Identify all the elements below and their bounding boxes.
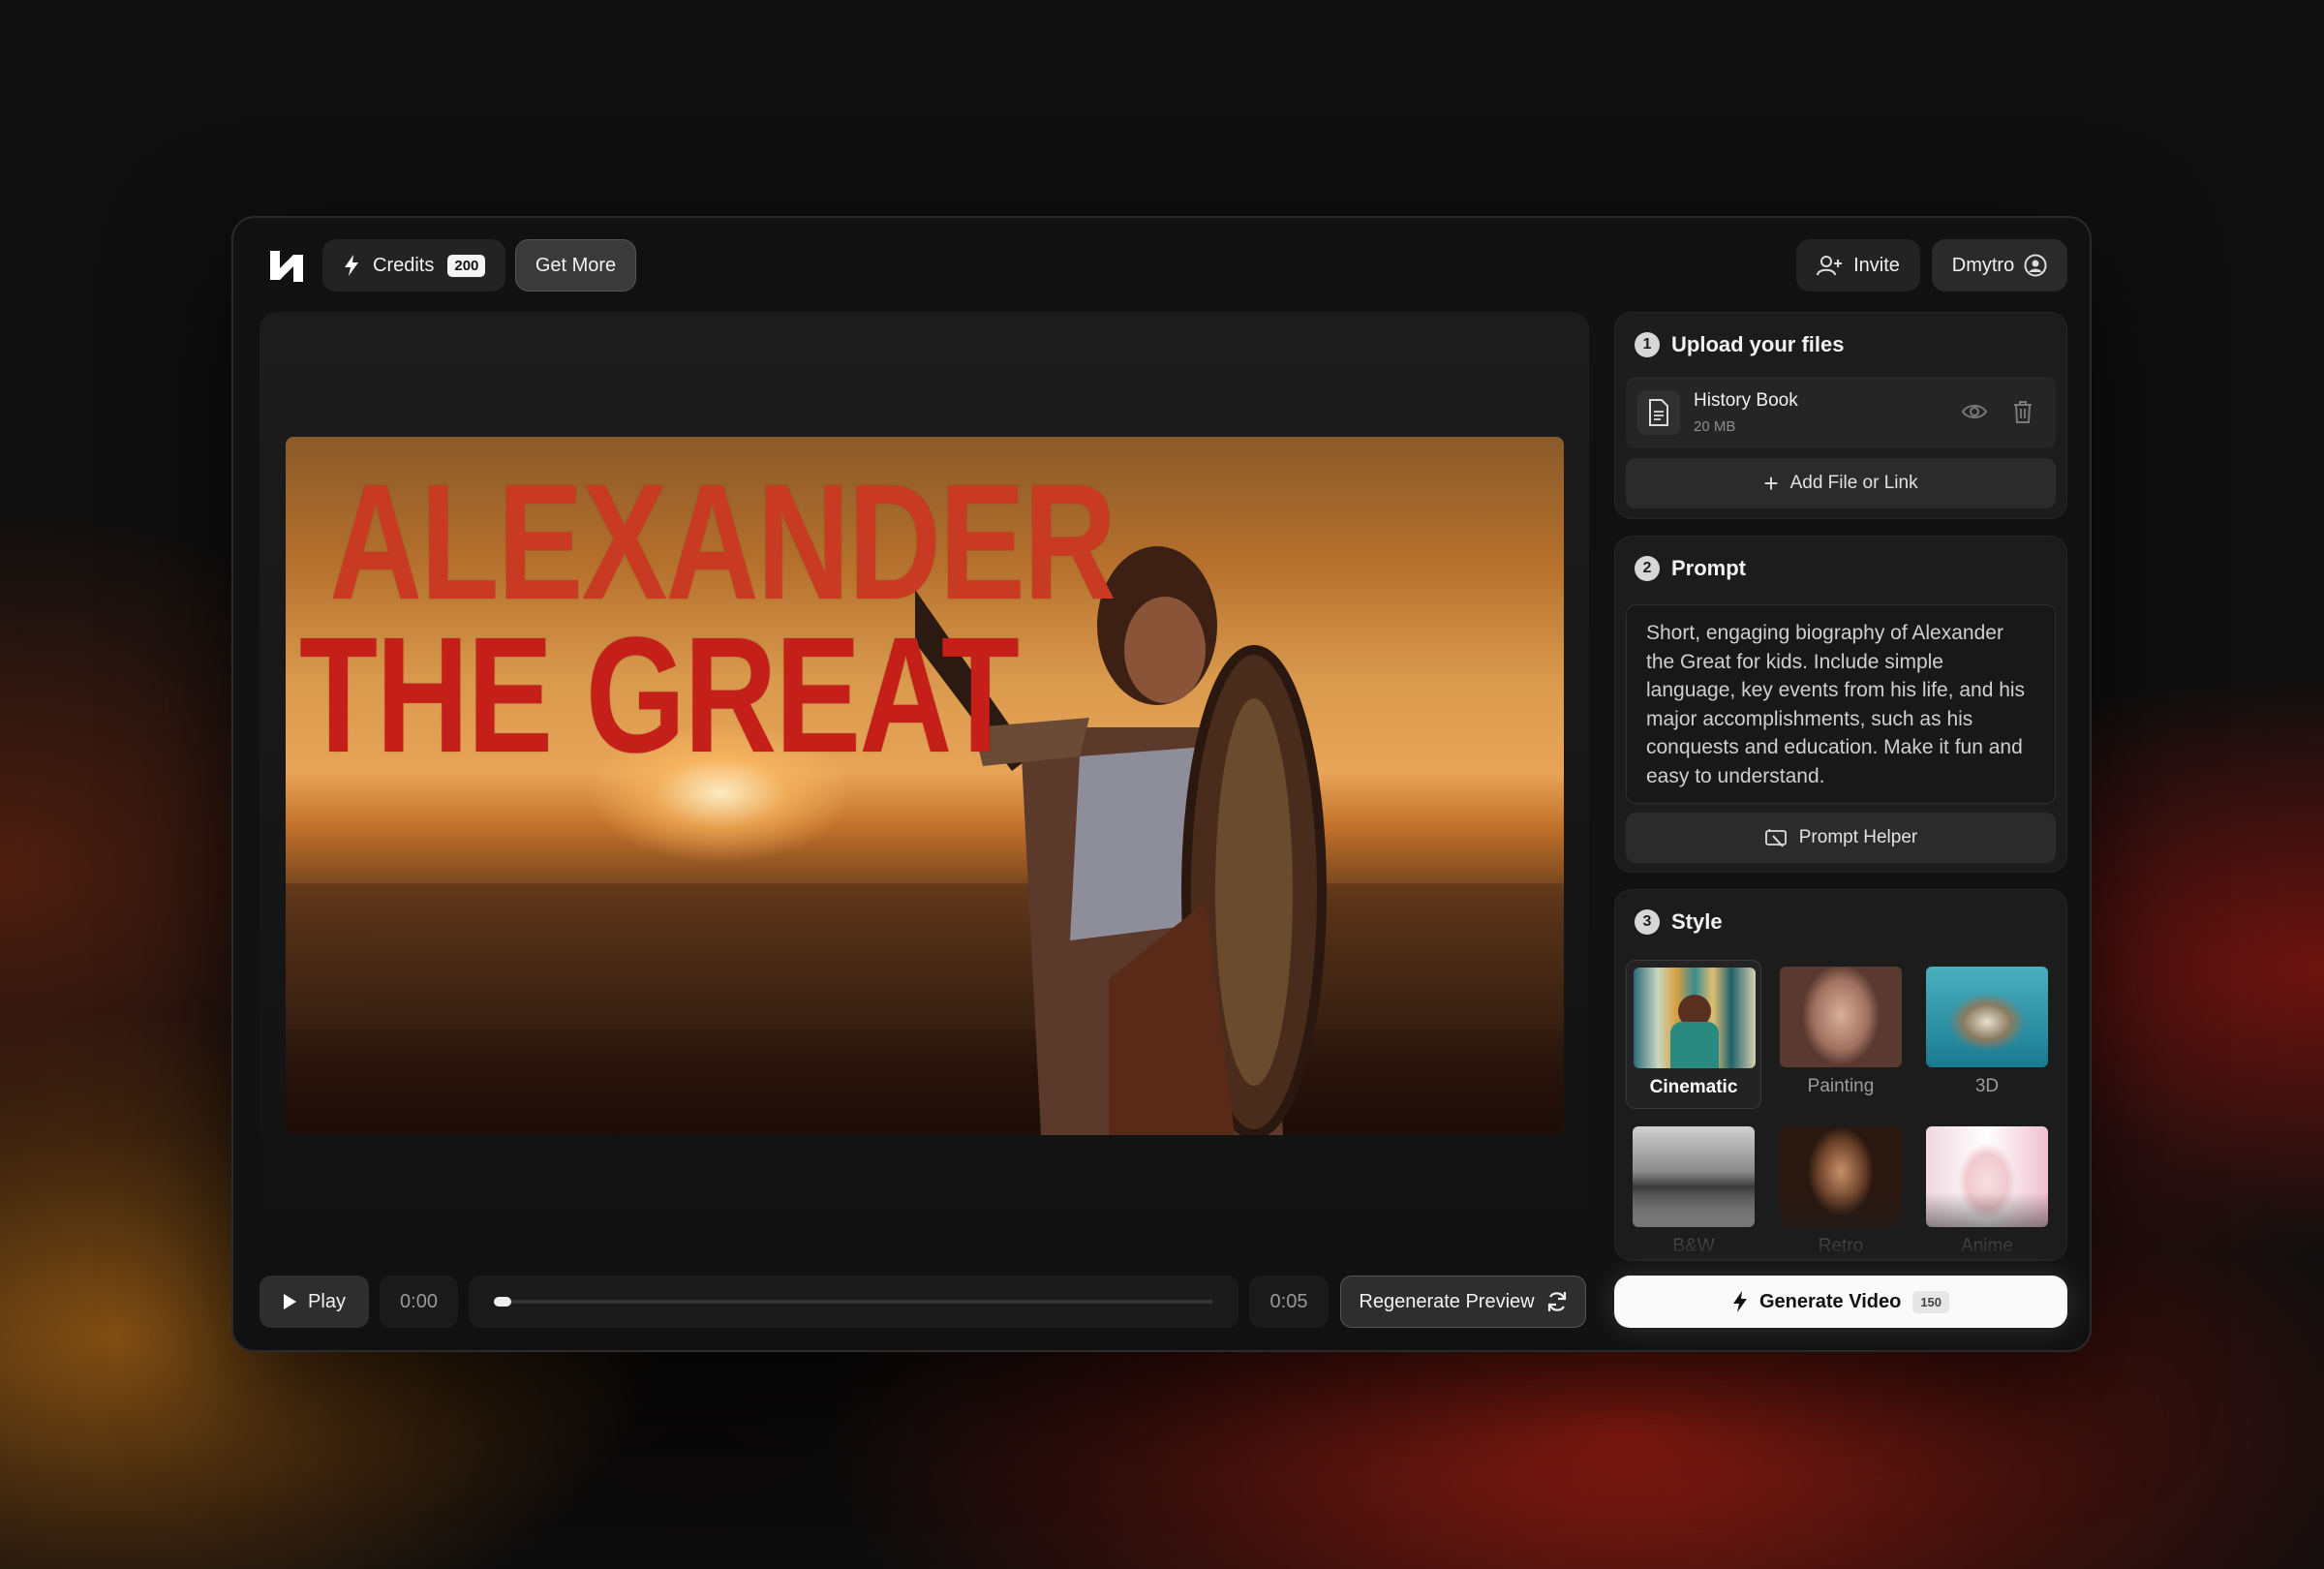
invite-label: Invite — [1853, 254, 1900, 276]
timeline-thumb[interactable] — [494, 1297, 511, 1307]
file-item[interactable]: History Book 20 MB — [1626, 377, 2056, 448]
generate-video-button[interactable]: Generate Video 150 — [1614, 1276, 2067, 1328]
style-label: B&W — [1672, 1236, 1715, 1256]
play-icon — [284, 1294, 297, 1309]
eye-icon[interactable] — [1961, 402, 1988, 421]
timeline-track[interactable] — [494, 1297, 1213, 1307]
cinematic-thumbnail — [1634, 968, 1756, 1068]
play-label: Play — [308, 1290, 346, 1312]
add-user-icon — [1817, 256, 1843, 276]
regenerate-label: Regenerate Preview — [1359, 1290, 1535, 1312]
current-time: 0:00 — [380, 1276, 458, 1328]
top-bar: Credits 200 Get More Invite Dmytro — [233, 218, 2090, 311]
add-file-button[interactable]: + Add File or Link — [1626, 458, 2056, 508]
app-logo[interactable] — [268, 247, 305, 286]
trash-icon[interactable] — [2013, 400, 2033, 423]
refresh-icon — [1547, 1292, 1566, 1311]
step-number: 2 — [1635, 556, 1660, 581]
style-label: 3D — [1974, 1076, 2000, 1096]
timeline-scrubber[interactable] — [469, 1276, 1238, 1328]
style-option-3d[interactable]: 3D — [1919, 960, 2055, 1109]
style-option-bw[interactable]: B&W — [1626, 1120, 1761, 1260]
style-panel: 3 Style Cinematic Painting 3D B&W Retro … — [1614, 889, 2067, 1261]
file-name: History Book — [1694, 390, 1798, 411]
credits-pill[interactable]: Credits 200 — [322, 239, 505, 292]
style-option-anime[interactable]: Anime — [1919, 1120, 2055, 1260]
retro-thumbnail — [1780, 1126, 1902, 1227]
bolt-icon — [1732, 1291, 1747, 1312]
prompt-title: Prompt — [1671, 556, 1746, 580]
generate-label: Generate Video — [1758, 1290, 1902, 1312]
total-time: 0:05 — [1249, 1276, 1329, 1328]
invite-button[interactable]: Invite — [1796, 239, 1920, 292]
upload-title: Upload your files — [1671, 332, 1845, 356]
step-number: 3 — [1635, 909, 1660, 935]
document-icon — [1637, 390, 1680, 435]
preview-image[interactable]: ALEXANDER THE GREAT — [286, 437, 1564, 1135]
style-title: Style — [1671, 909, 1723, 934]
prompt-textarea[interactable]: Short, engaging biography of Alexander t… — [1626, 604, 2056, 804]
video-preview-area: ALEXANDER THE GREAT — [260, 312, 1589, 1261]
prompt-panel: 2 Prompt Short, engaging biography of Al… — [1614, 536, 2067, 873]
user-menu-button[interactable]: Dmytro — [1932, 239, 2067, 292]
get-more-button[interactable]: Get More — [515, 239, 636, 292]
plus-icon: + — [1763, 468, 1779, 498]
credits-count-badge: 200 — [447, 254, 486, 277]
prompt-helper-label: Prompt Helper — [1798, 827, 1918, 847]
app-window: Credits 200 Get More Invite Dmytro ALEXA… — [231, 216, 2092, 1352]
style-label: Cinematic — [1649, 1077, 1738, 1097]
title-line-2: THE GREAT — [299, 603, 1020, 787]
style-label: Anime — [1961, 1236, 2013, 1256]
credits-label: Credits — [373, 254, 435, 276]
upload-header: 1 Upload your files — [1635, 332, 1844, 357]
style-option-painting[interactable]: Painting — [1773, 960, 1909, 1109]
style-option-cinematic[interactable]: Cinematic — [1626, 960, 1761, 1109]
painting-thumbnail — [1780, 967, 1902, 1067]
style-option-retro[interactable]: Retro — [1773, 1120, 1909, 1260]
user-name: Dmytro — [1951, 254, 2015, 276]
prompt-header: 2 Prompt — [1635, 556, 1746, 581]
title-line-1: ALEXANDER — [329, 450, 1116, 634]
file-size: 20 MB — [1694, 418, 1736, 435]
magic-wand-icon — [1764, 828, 1787, 847]
bw-thumbnail — [1633, 1126, 1755, 1227]
style-label: Retro — [1818, 1236, 1864, 1256]
style-header: 3 Style — [1635, 909, 1723, 935]
regenerate-preview-button[interactable]: Regenerate Preview — [1340, 1276, 1586, 1328]
anime-thumbnail — [1926, 1126, 2048, 1227]
upload-panel: 1 Upload your files History Book 20 MB +… — [1614, 312, 2067, 519]
video-title-overlay: ALEXANDER THE GREAT — [299, 450, 1116, 787]
user-avatar-icon — [2024, 254, 2047, 277]
step-number: 1 — [1635, 332, 1660, 357]
add-file-label: Add File or Link — [1789, 473, 1918, 493]
3d-thumbnail — [1926, 967, 2048, 1067]
style-label: Painting — [1807, 1076, 1875, 1096]
generate-cost-badge: 150 — [1912, 1290, 1950, 1313]
bolt-icon — [345, 255, 358, 276]
play-button[interactable]: Play — [260, 1276, 369, 1328]
prompt-helper-button[interactable]: Prompt Helper — [1626, 813, 2056, 863]
